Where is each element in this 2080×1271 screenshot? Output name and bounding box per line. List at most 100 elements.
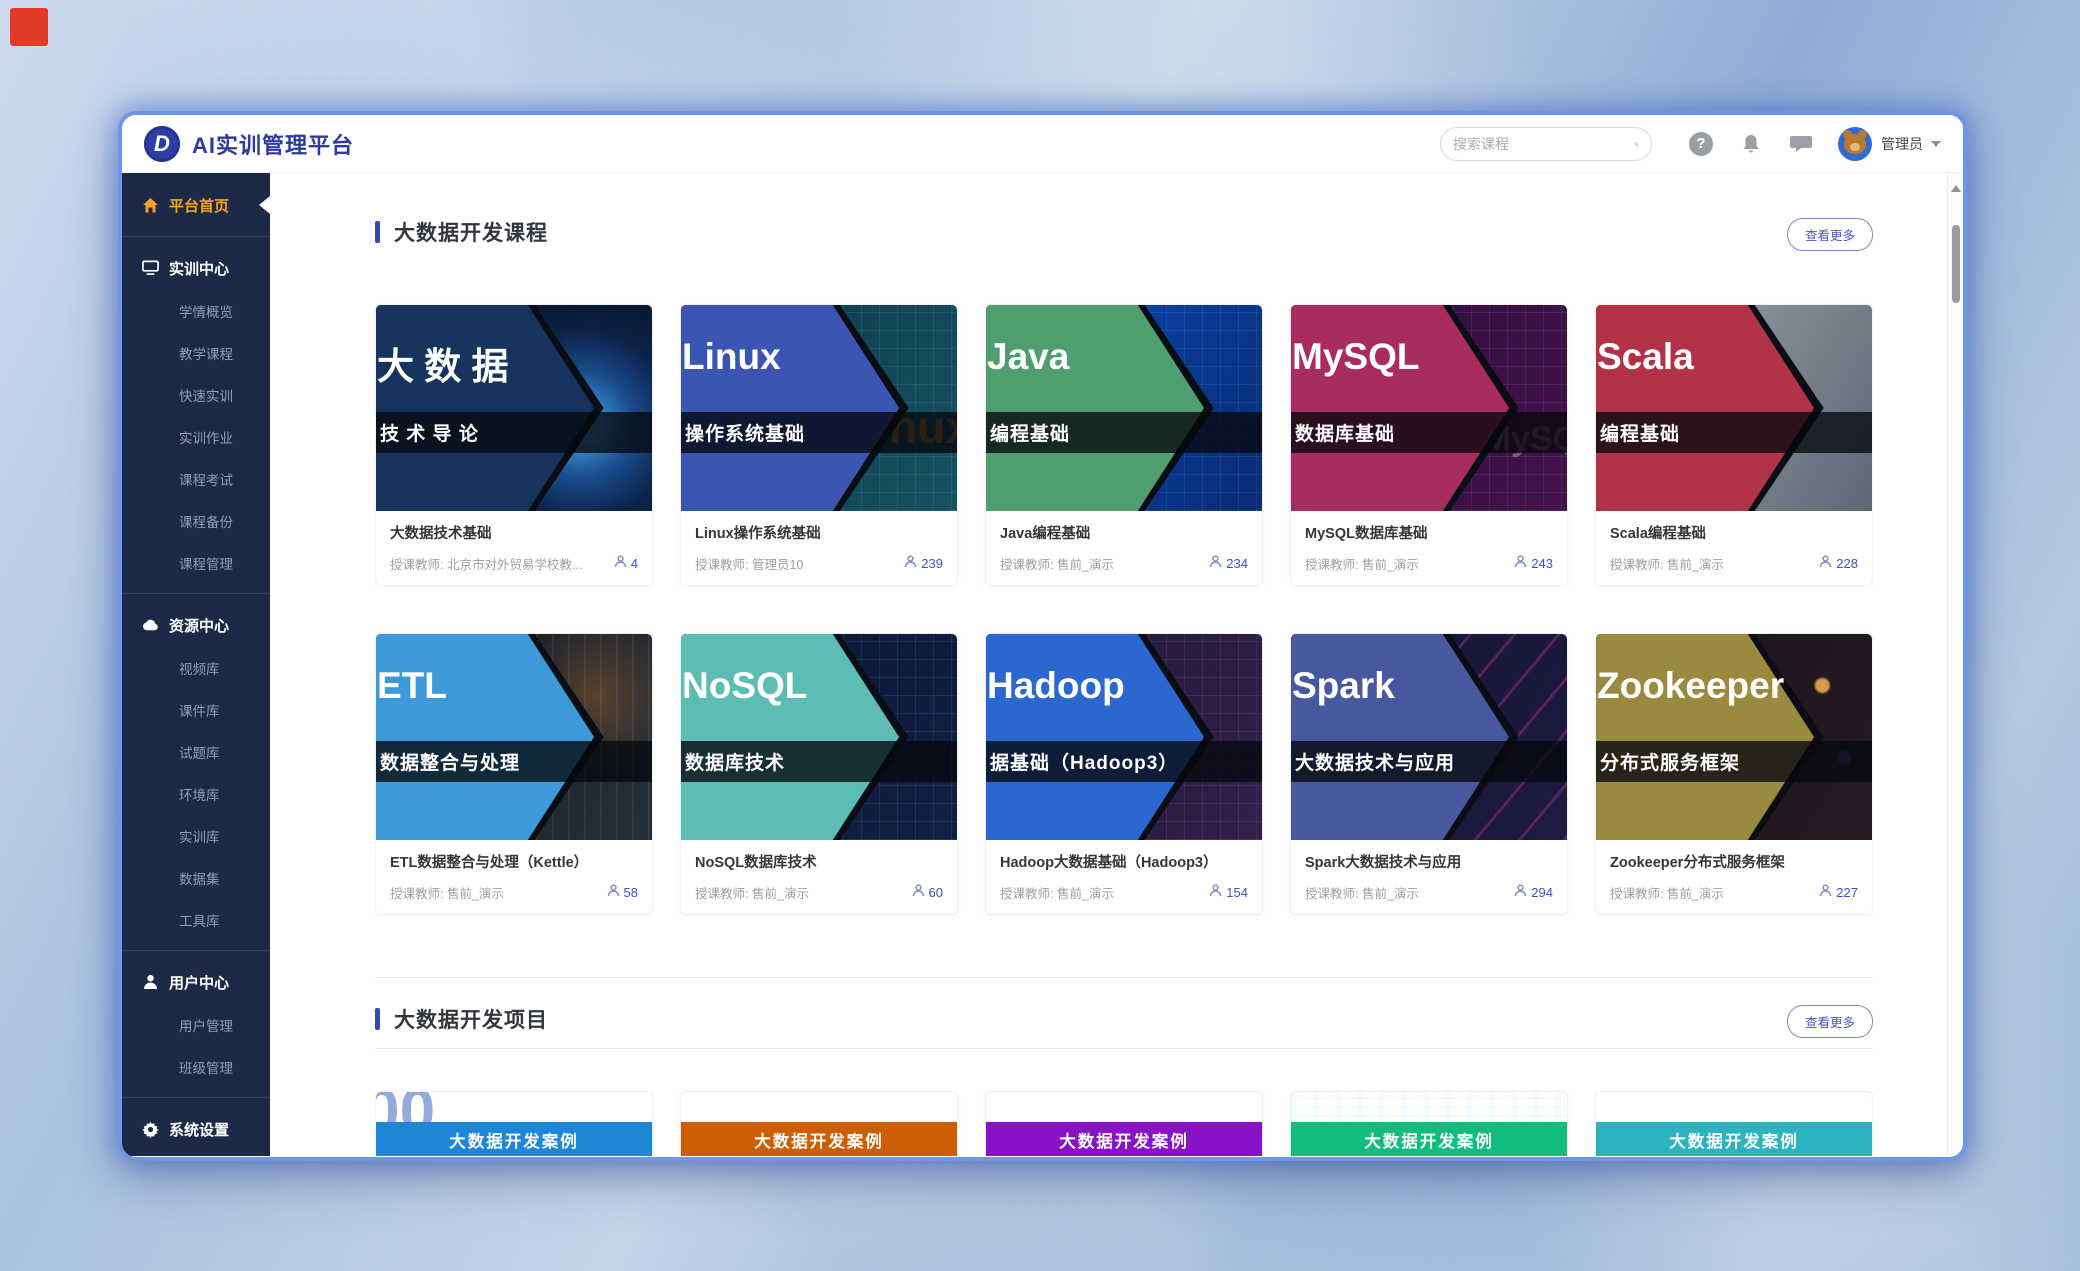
help-icon[interactable]: ?	[1688, 131, 1714, 157]
sidebar-item-视频库[interactable]: 视频库	[122, 647, 270, 689]
sidebar-group-系统设置[interactable]: 系统设置	[122, 1107, 270, 1151]
project-card[interactable]: 大数据开发案例	[1290, 1091, 1568, 1156]
person-icon	[614, 555, 627, 573]
search-box[interactable]	[1440, 127, 1652, 161]
sidebar-item-课程考试[interactable]: 课程考试	[122, 458, 270, 500]
course-card[interactable]: 技 术 导 论大 数 据大数据技术基础授课教师: 北京市对外贸易学校教...4	[375, 304, 653, 586]
sidebar-subitem-label: 课件库	[179, 700, 220, 720]
sidebar-item-课程管理[interactable]: 课程管理	[122, 542, 270, 584]
course-card[interactable]: 据基础（Hadoop3）HadoopHadoop大数据基础（Hadoop3）授课…	[985, 633, 1263, 915]
section-divider	[375, 977, 1873, 978]
sidebar-item-课件库[interactable]: 课件库	[122, 689, 270, 731]
messages-chat-icon[interactable]	[1788, 131, 1814, 157]
course-cover: 据基础（Hadoop3）Hadoop	[986, 634, 1262, 840]
course-meta: 授课教师: 售前_演示243	[1305, 554, 1553, 573]
sidebar-subitem-label: 实训库	[179, 826, 220, 846]
student-count: 294	[1514, 884, 1553, 902]
scrollbar-thumb[interactable]	[1952, 225, 1960, 303]
course-card[interactable]: Linux操作系统基础LinuxLinux操作系统基础授课教师: 管理员1023…	[680, 304, 958, 586]
sidebar-item-数据集[interactable]: 数据集	[122, 857, 270, 899]
student-count-value: 4	[631, 556, 638, 571]
project-card[interactable]: 大数据开发案例	[985, 1091, 1263, 1156]
sidebar-divider	[122, 236, 270, 237]
home-icon	[142, 197, 159, 214]
course-card[interactable]: 数据库技术NoSQLNoSQL数据库技术授课教师: 售前_演示60	[680, 633, 958, 915]
vertical-scrollbar[interactable]	[1947, 173, 1963, 1156]
sidebar-nav: 平台首页实训中心学情概览教学课程快速实训实训作业课程考试课程备份课程管理资源中心…	[122, 173, 270, 1156]
cover-subtitle-band: 大数据技术与应用	[1291, 741, 1567, 782]
monitor-icon	[142, 260, 159, 277]
search-icon[interactable]	[1634, 135, 1639, 153]
course-card[interactable]: 编程基础ScalaScala编程基础授课教师: 售前_演示228	[1595, 304, 1873, 586]
student-count: 234	[1209, 555, 1248, 573]
course-title: Spark大数据技术与应用	[1305, 851, 1553, 872]
app-logo-icon[interactable]: D	[144, 126, 180, 162]
view-more-button[interactable]: 查看更多	[1787, 218, 1873, 251]
student-count: 243	[1514, 555, 1553, 573]
project-banner-label: 大数据开发案例	[449, 1128, 579, 1152]
course-cover: MySQ数据库基础MySQL	[1291, 305, 1567, 511]
sidebar-group-用户中心[interactable]: 用户中心	[122, 960, 270, 1004]
help-glyph: ?	[1689, 132, 1713, 156]
project-card[interactable]: ···大数据开发案例	[680, 1091, 958, 1156]
sidebar-item-实训作业[interactable]: 实训作业	[122, 416, 270, 458]
sidebar-item-课程备份[interactable]: 课程备份	[122, 500, 270, 542]
student-count: 227	[1819, 884, 1858, 902]
sidebar-subitem-label: 课程管理	[179, 553, 233, 573]
course-cover: 数据库技术NoSQL	[681, 634, 957, 840]
sidebar-group-label: 实训中心	[169, 258, 229, 279]
course-info: ETL数据整合与处理（Kettle）授课教师: 售前_演示58	[376, 840, 652, 914]
project-banner: 大数据开发案例	[376, 1122, 652, 1156]
project-banner-label: 大数据开发案例	[1669, 1128, 1799, 1152]
course-card[interactable]: 大数据技术与应用SparkSpark大数据技术与应用授课教师: 售前_演示294	[1290, 633, 1568, 915]
user-menu-chevron-down-icon[interactable]	[1931, 141, 1941, 147]
sidebar-group-实训中心[interactable]: 实训中心	[122, 246, 270, 290]
sidebar-item-班级管理[interactable]: 班级管理	[122, 1046, 270, 1088]
project-banner: 大数据开发案例	[681, 1122, 957, 1156]
sidebar-divider	[122, 593, 270, 594]
notifications-bell-icon[interactable]	[1738, 131, 1764, 157]
cover-subtitle: 分布式服务框架	[1596, 748, 1740, 775]
user-avatar[interactable]	[1838, 127, 1872, 161]
sidebar-item-试题库[interactable]: 试题库	[122, 731, 270, 773]
sidebar-item-用户管理[interactable]: 用户管理	[122, 1004, 270, 1046]
course-teacher: 授课教师: 售前_演示	[1305, 554, 1514, 573]
sidebar-subitem-label: 试题库	[179, 742, 220, 762]
sidebar-item-学情概览[interactable]: 学情概览	[122, 290, 270, 332]
scrollbar-up-arrow[interactable]	[1951, 185, 1961, 192]
sidebar-item-工具库[interactable]: 工具库	[122, 899, 270, 941]
user-name[interactable]: 管理员	[1881, 134, 1923, 154]
desktop-background: D AI实训管理平台 ? 管理员	[0, 0, 2080, 1271]
person-icon	[1209, 884, 1222, 902]
sidebar-item-平台首页[interactable]: 平台首页	[122, 183, 270, 227]
cover-subtitle: 大数据技术与应用	[1291, 748, 1455, 775]
search-input[interactable]	[1453, 136, 1634, 152]
sidebar-item-环境库[interactable]: 环境库	[122, 773, 270, 815]
course-info: 大数据技术基础授课教师: 北京市对外贸易学校教...4	[376, 511, 652, 585]
section-header: 大数据开发课程查看更多	[375, 217, 1873, 247]
course-info: Hadoop大数据基础（Hadoop3）授课教师: 售前_演示154	[986, 840, 1262, 914]
course-card[interactable]: 分布式服务框架ZookeeperZookeeper分布式服务框架授课教师: 售前…	[1595, 633, 1873, 915]
project-card-grid: 00大数据开发案例···大数据开发案例大数据开发案例大数据开发案例大数据开发案例	[375, 1091, 1873, 1156]
sidebar-item-快速实训[interactable]: 快速实训	[122, 374, 270, 416]
sidebar-group-资源中心[interactable]: 资源中心	[122, 603, 270, 647]
course-teacher: 授课教师: 北京市对外贸易学校教...	[390, 554, 614, 573]
view-more-button[interactable]: 查看更多	[1787, 1005, 1873, 1038]
course-card[interactable]: MySQ数据库基础MySQLMySQL数据库基础授课教师: 售前_演示243	[1290, 304, 1568, 586]
course-card[interactable]: 数据整合与处理ETLETL数据整合与处理（Kettle）授课教师: 售前_演示5…	[375, 633, 653, 915]
project-banner: 大数据开发案例	[1291, 1122, 1567, 1156]
student-count: 58	[607, 884, 638, 902]
project-card[interactable]: 大数据开发案例	[1595, 1091, 1873, 1156]
sidebar-item-教学课程[interactable]: 教学课程	[122, 332, 270, 374]
project-cover: 大数据开发案例	[1596, 1092, 1872, 1156]
course-cover: 技 术 导 论大 数 据	[376, 305, 652, 511]
cover-subtitle: 操作系统基础	[681, 419, 805, 446]
course-title: NoSQL数据库技术	[695, 851, 943, 872]
gear-icon	[142, 1121, 159, 1138]
course-card[interactable]: 编程基础JavaJava编程基础授课教师: 售前_演示234	[985, 304, 1263, 586]
sidebar-item-实训库[interactable]: 实训库	[122, 815, 270, 857]
course-teacher: 授课教师: 售前_演示	[695, 883, 912, 902]
course-meta: 授课教师: 售前_演示227	[1610, 883, 1858, 902]
course-meta: 授课教师: 管理员10239	[695, 554, 943, 573]
project-card[interactable]: 00大数据开发案例	[375, 1091, 653, 1156]
